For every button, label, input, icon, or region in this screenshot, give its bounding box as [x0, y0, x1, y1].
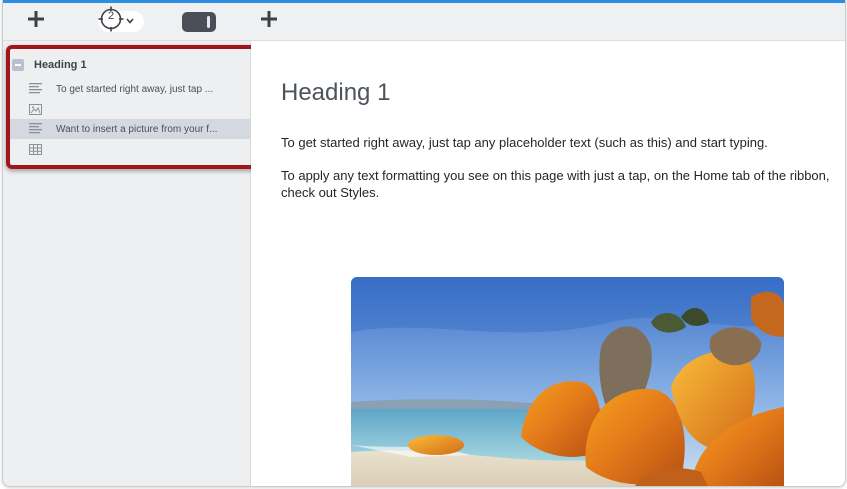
outline-item-image[interactable]	[9, 99, 251, 119]
outline-item-paragraph-2[interactable]: Want to insert a picture from your f...	[9, 119, 251, 139]
outline-item-text: Want to insert a picture from your f...	[56, 123, 218, 135]
document-canvas[interactable]: Heading 1 To get started right away, jus…	[251, 41, 845, 486]
sidebar-toggle-button[interactable]	[182, 12, 216, 32]
paragraph-icon	[28, 122, 42, 136]
outline-heading-label: Heading 1	[34, 59, 87, 71]
app-window: 2 Heading 1 To get started right away, j…	[2, 0, 846, 487]
plus-icon	[28, 11, 44, 32]
beach-photo[interactable]	[351, 277, 784, 486]
document-paragraph-1[interactable]: To get started right away, just tap any …	[281, 134, 841, 151]
outline-item-paragraph-1[interactable]: To get started right away, just tap ...	[9, 79, 251, 99]
sidebar-toggle-icon	[207, 16, 210, 28]
document-heading[interactable]: Heading 1	[281, 79, 390, 107]
collapse-icon[interactable]	[12, 59, 24, 71]
toolbar: 2	[3, 3, 845, 41]
target-icon: 2	[98, 6, 124, 35]
page-navigator-button[interactable]: 2	[98, 6, 144, 35]
plus-icon	[261, 11, 277, 32]
paragraph-icon	[28, 82, 42, 96]
image-icon	[28, 102, 42, 116]
document-paragraph-2[interactable]: To apply any text formatting you see on …	[281, 167, 841, 201]
table-icon	[28, 142, 42, 156]
add-button-right[interactable]	[254, 3, 284, 40]
add-button-left[interactable]	[21, 3, 51, 40]
outline-item-text: To get started right away, just tap ...	[56, 83, 214, 95]
outline-item-table[interactable]	[9, 139, 251, 159]
outline-heading-row[interactable]: Heading 1	[9, 55, 251, 75]
chevron-down-icon	[126, 16, 134, 27]
navigator-page-number: 2	[107, 9, 115, 22]
